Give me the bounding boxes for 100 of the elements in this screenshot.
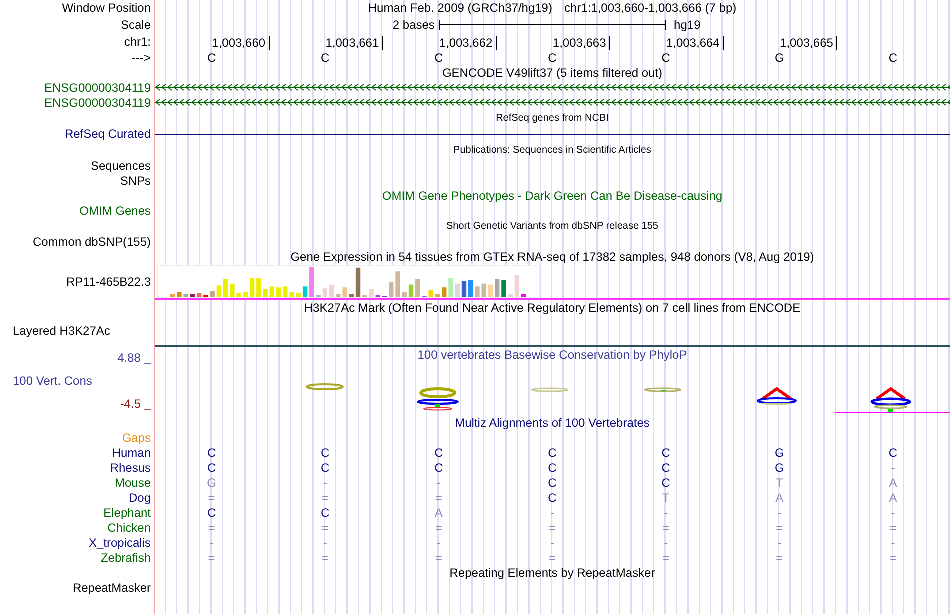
alignment-base: = <box>208 520 216 534</box>
alignment-base: - <box>323 476 328 490</box>
alignment-base: = <box>322 490 329 504</box>
alignment-base: T <box>776 476 784 490</box>
alignment-base: = <box>322 550 329 564</box>
alignment-base: - <box>778 506 782 520</box>
alignment-base: C <box>548 446 557 460</box>
track-title: 100 vertebrates Basewise Conservation by PhyloP <box>418 347 688 364</box>
reference-base: C <box>662 50 670 64</box>
alignment-base: C <box>207 460 216 474</box>
track-label[interactable]: OMIM Genes <box>80 204 151 218</box>
track-label[interactable]: Rhesus <box>110 460 151 474</box>
alignment-base: = <box>890 550 897 564</box>
track-label[interactable]: SNPs <box>120 174 151 188</box>
alignment-base: C <box>434 460 444 474</box>
ruler-tick-label: 1,003,664 <box>666 36 724 50</box>
track-title: Multiz Alignments of 100 Vertebrates <box>455 414 650 432</box>
axis-min-label: -4.5 _ <box>120 396 152 413</box>
alignment-base: - <box>210 536 214 550</box>
alignment-base: C <box>662 446 670 460</box>
alignment-base: = <box>662 520 670 534</box>
alignment-base: C <box>434 446 444 460</box>
scale-assembly: hg19 <box>673 16 701 34</box>
ruler-tick-label: 1,003,663 <box>552 36 610 50</box>
track-label[interactable]: X_tropicalis <box>88 536 151 550</box>
track-label[interactable]: Common dbSNP(155) <box>32 234 151 248</box>
track-label[interactable]: RepeatMasker <box>72 580 151 594</box>
alignment-base: C <box>662 476 670 490</box>
alignment-base: = <box>662 550 670 564</box>
track-label[interactable]: ENSG00000304119 <box>44 96 151 110</box>
alignment-base: C <box>207 446 216 460</box>
track-title: Publications: Sequences in Scientific Articles <box>454 144 652 158</box>
alignment-base: G <box>774 460 784 474</box>
track-title: GENCODE V49lift37 (5 items filtered out) <box>442 64 663 82</box>
alignment-base: = <box>890 520 897 534</box>
alignment-base: - <box>891 506 896 520</box>
ruler-tick-label: 1,003,662 <box>439 36 497 50</box>
track-label[interactable]: Mouse <box>114 476 151 490</box>
track-label[interactable]: Dog <box>128 490 151 504</box>
gene-model-drawing[interactable] <box>155 84 950 91</box>
track-label[interactable]: 100 Vert. Cons <box>0 372 154 390</box>
alignment-base: = <box>548 520 556 534</box>
row-label: Window Position <box>62 1 151 15</box>
alignment-base: C <box>888 446 898 460</box>
reference-base: C <box>548 50 557 64</box>
alignment-base: = <box>322 520 329 534</box>
alignment-base: - <box>891 460 896 474</box>
track-label[interactable]: Sequences <box>90 158 151 172</box>
alignment-base: G <box>774 446 784 460</box>
alignment-base: = <box>435 490 442 504</box>
track-label[interactable]: RP11-465B22.3 <box>66 275 151 289</box>
axis-max-label: 4.88 _ <box>118 350 152 367</box>
ruler-tick-label: 1,003,660 <box>212 36 270 50</box>
track-label[interactable]: Layered H3K27Ac <box>13 324 110 338</box>
alignment-base: A <box>889 476 898 490</box>
row-label: chr1: <box>124 34 151 48</box>
reference-base: C <box>888 50 898 64</box>
alignment-base: - <box>778 536 782 550</box>
alignment-base: C <box>662 460 670 474</box>
gene-model-drawing[interactable] <box>155 99 950 106</box>
position-text: chr1:1,003,660-1,003,666 (7 bp) <box>564 0 737 17</box>
expression-bar-drawing[interactable] <box>157 265 540 298</box>
track-title: Short Genetic Variants from dbSNP release 155 <box>446 220 658 234</box>
alignment-base: = <box>208 490 216 504</box>
alignment-base: = <box>776 520 784 534</box>
assembly-text: Human Feb. 2009 (GRCh37/hg19) <box>368 0 552 17</box>
alignment-base: - <box>436 536 441 550</box>
reference-base: C <box>207 50 216 64</box>
alignment-base: C <box>548 490 557 504</box>
alignment-base: A <box>889 490 898 504</box>
track-label[interactable]: Elephant <box>104 506 151 520</box>
track-title: H3K27Ac Mark (Often Found Near Active Regulatory Elements) on 7 cell lines from ENCODE <box>304 300 801 316</box>
alignment-base: C <box>548 476 557 490</box>
track-label[interactable]: Zebrafish <box>100 550 151 564</box>
reference-base: C <box>434 50 444 64</box>
reference-base: C <box>321 50 330 64</box>
scale-text: 2 bases <box>392 16 435 34</box>
alignment-base: C <box>548 460 557 474</box>
alignment-base: = <box>208 550 216 564</box>
alignment-base: - <box>891 536 896 550</box>
alignment-base: = <box>548 550 556 564</box>
row-label: ---> <box>132 50 151 64</box>
ruler-tick-label: 1,003,661 <box>326 36 384 50</box>
alignment-base: C <box>207 506 216 520</box>
alignment-base: C <box>321 446 330 460</box>
track-label[interactable]: ENSG00000304119 <box>44 80 151 94</box>
alignment-base: - <box>436 476 441 490</box>
alignment-base: = <box>435 520 442 534</box>
track-label[interactable]: Human <box>112 446 151 460</box>
track-title: Repeating Elements by RepeatMasker <box>450 564 656 582</box>
alignment-base: - <box>323 536 328 550</box>
track-title: OMIM Gene Phenotypes - Dark Green Can Be Disease-causing <box>382 188 723 204</box>
alignment-base: - <box>664 536 668 550</box>
alignment-base: A <box>776 490 784 504</box>
alignment-base: - <box>550 536 554 550</box>
track-title: RefSeq genes from NCBI <box>496 112 609 126</box>
alignment-base: - <box>550 506 554 520</box>
track-label[interactable]: RefSeq Curated <box>64 127 151 141</box>
track-label[interactable]: Chicken <box>108 520 151 534</box>
alignment-base: A <box>434 506 443 520</box>
